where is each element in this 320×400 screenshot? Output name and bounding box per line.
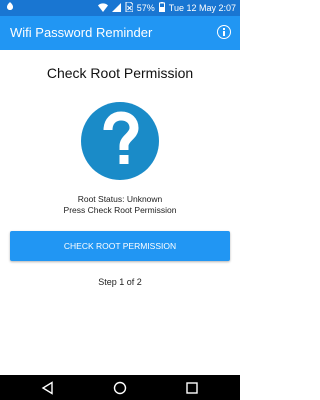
question-mark-icon: [81, 102, 159, 180]
app-bar: Wifi Password Reminder: [0, 16, 240, 50]
datetime: Tue 12 May 2:07: [168, 3, 236, 13]
main-content: Check Root Permission Root Status: Unkno…: [0, 50, 240, 375]
notification-icon: [6, 2, 14, 14]
root-status-label: Root Status: Unknown: [77, 194, 163, 204]
back-icon[interactable]: [41, 381, 55, 395]
wifi-icon: [97, 2, 108, 14]
signal-icon: [111, 2, 121, 14]
home-icon[interactable]: [113, 381, 127, 395]
info-icon[interactable]: [217, 25, 231, 39]
check-root-permission-button[interactable]: CHECK ROOT PERMISSION: [10, 231, 230, 261]
instruction-label: Press Check Root Permission: [63, 205, 177, 215]
root-status-text: Root Status: Unknown Press Check Root Pe…: [0, 194, 240, 216]
app-title: Wifi Password Reminder: [10, 25, 153, 40]
no-sim-icon: [125, 1, 134, 14]
recents-icon[interactable]: [185, 381, 199, 395]
step-indicator: Step 1 of 2: [98, 277, 142, 287]
battery-icon: [158, 2, 165, 14]
status-bar: 57% Tue 12 May 2:07: [0, 0, 240, 16]
navigation-bar: [0, 375, 240, 400]
page-title: Check Root Permission: [46, 65, 194, 81]
battery-percent: 57%: [136, 3, 155, 13]
